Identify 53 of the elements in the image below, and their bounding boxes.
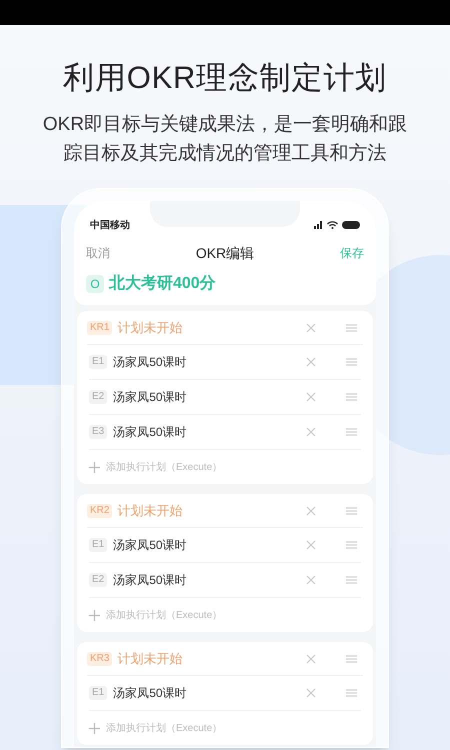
execute-badge: E1 <box>89 355 108 369</box>
execute-badge: E1 <box>89 538 108 552</box>
key-result-badge: KR1 <box>87 320 112 334</box>
add-execute-button[interactable]: 添加执行计划（Execute） <box>89 711 222 745</box>
close-icon[interactable] <box>306 575 316 585</box>
carrier-label: 中国移动 <box>90 218 130 232</box>
battery-icon <box>342 221 360 229</box>
plus-icon <box>89 610 100 620</box>
subtitle: OKR即目标与关键成果法，是一套明确和跟踪目标及其完成情况的管理工具和方法 <box>42 113 408 166</box>
close-icon[interactable] <box>306 688 316 698</box>
objective-badge: O <box>86 275 104 293</box>
key-result-title: 计划未开始 <box>117 318 184 337</box>
wifi-icon <box>327 221 338 229</box>
drag-handle-icon[interactable] <box>346 576 357 584</box>
key-result-title: 计划未开始 <box>117 502 184 520</box>
add-execute-button[interactable]: 添加执行计划（Execute） <box>89 450 222 484</box>
screen-title: OKR编辑 <box>196 244 254 262</box>
key-result-badge: KR2 <box>87 504 112 518</box>
execute-text: 汤家凤50课时 <box>113 685 188 702</box>
add-execute-button[interactable]: 添加执行计划（Execute） <box>89 598 222 632</box>
close-icon[interactable] <box>306 357 316 367</box>
execute-text: 汤家凤50课时 <box>113 389 188 406</box>
key-result-badge: KR3 <box>87 652 112 666</box>
execute-text: 汤家凤50课时 <box>113 537 188 554</box>
execute-badge: E2 <box>89 573 108 587</box>
close-icon[interactable] <box>306 392 316 402</box>
execute-badge: E2 <box>89 390 108 404</box>
execute-badge: E1 <box>89 686 108 700</box>
key-result-title: 计划未开始 <box>117 650 184 668</box>
close-icon[interactable] <box>306 506 316 516</box>
drag-handle-icon[interactable] <box>346 689 357 697</box>
close-icon[interactable] <box>306 540 316 550</box>
plus-icon <box>89 722 100 734</box>
execute-text: 汤家凤50课时 <box>113 572 188 589</box>
close-icon[interactable] <box>306 654 316 664</box>
close-icon[interactable] <box>306 427 316 437</box>
headline: 利用OKR理念制定计划 <box>63 59 387 97</box>
drag-handle-icon[interactable] <box>346 428 357 436</box>
execute-text: 汤家凤50课时 <box>113 424 188 441</box>
signal-icon <box>314 221 323 229</box>
drag-handle-icon[interactable] <box>346 324 357 332</box>
drag-handle-icon[interactable] <box>346 358 357 366</box>
drag-handle-icon[interactable] <box>346 654 357 662</box>
plus-icon <box>89 462 100 472</box>
close-icon[interactable] <box>306 322 316 332</box>
drag-handle-icon[interactable] <box>346 393 357 401</box>
execute-text: 汤家凤50课时 <box>113 354 188 371</box>
objective-title: 北大考研400分 <box>109 274 216 294</box>
drag-handle-icon[interactable] <box>346 506 357 514</box>
drag-handle-icon[interactable] <box>346 541 357 549</box>
execute-badge: E3 <box>89 425 108 439</box>
save-button[interactable]: 保存 <box>340 244 364 262</box>
cancel-button[interactable]: 取消 <box>86 244 110 262</box>
